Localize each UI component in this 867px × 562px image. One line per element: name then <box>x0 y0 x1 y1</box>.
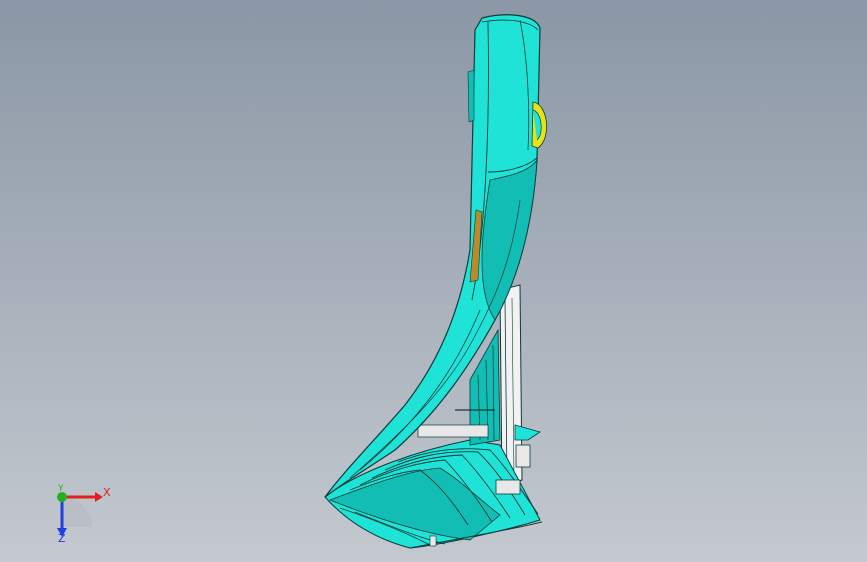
coordinate-triad <box>57 492 103 537</box>
y-axis-label: Y <box>58 484 64 494</box>
x-axis-label: X <box>103 486 111 499</box>
z-axis-label: Z <box>58 532 66 545</box>
graphics-viewport[interactable]: X Y Z <box>0 0 867 562</box>
x-axis-head <box>95 492 103 502</box>
3d-model-view[interactable] <box>0 0 867 562</box>
top-knob[interactable] <box>531 101 548 149</box>
